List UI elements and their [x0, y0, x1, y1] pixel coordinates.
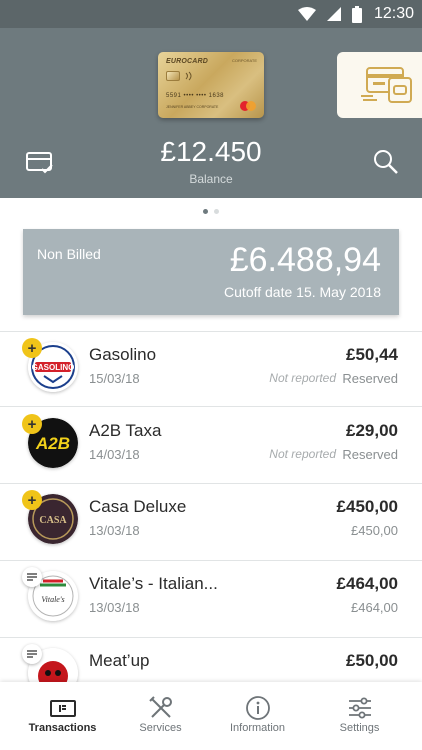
transaction-amount: £50,00: [346, 651, 398, 670]
balance-label: Balance: [189, 172, 233, 186]
card-holder: JENNIFER ABBEY CORPORATE: [166, 105, 219, 109]
nav-transactions[interactable]: Transactions: [10, 682, 115, 750]
transaction-row[interactable]: CASA + Casa Deluxe 13/03/18 £450,00 £450…: [0, 483, 422, 559]
tools-icon: [149, 696, 172, 718]
contactless-icon: [185, 71, 192, 81]
merchant-name: Vitale’s - Italian...: [89, 574, 218, 593]
card-number: 5591 •••• •••• 1638: [166, 93, 225, 99]
note-lines-icon: [27, 650, 37, 658]
not-reported-label: Not reported: [269, 371, 336, 385]
card-wallet-icon: [361, 67, 412, 103]
chip-icon: [166, 71, 180, 81]
status-bar: 12:30: [0, 0, 422, 28]
nav-label: Transactions: [28, 722, 97, 734]
transaction-row[interactable]: GASOLINO + Gasolino 15/03/18 £50,44 Not …: [0, 331, 422, 407]
status-icons: 12:30: [297, 5, 414, 23]
transaction-amount: £50,44: [346, 345, 398, 364]
signal-icon: [326, 7, 341, 21]
add-note-badge[interactable]: +: [22, 414, 42, 434]
transaction-status: Reserved: [342, 371, 398, 386]
merchant-name: Meat’up: [89, 651, 150, 670]
mastercard-logo: [240, 101, 256, 111]
nav-label: Services: [139, 722, 182, 734]
page-dot[interactable]: [214, 209, 219, 214]
non-billed-label: Non Billed: [37, 246, 101, 262]
transaction-row[interactable]: Vitale's Vitale’s - Italian... 13/03/18 …: [0, 560, 422, 636]
transaction-row[interactable]: A2B + A2B Taxa 14/03/18 £29,00 Not repor…: [0, 407, 422, 483]
secondary-card[interactable]: [337, 52, 422, 118]
battery-icon: [351, 5, 362, 23]
add-note-badge[interactable]: +: [22, 490, 42, 510]
nav-label: Settings: [339, 722, 380, 734]
info-icon: [246, 696, 270, 720]
cutoff-date: Cutoff date 15. May 2018: [224, 284, 381, 300]
vitales-logo-text: Vitale's: [41, 595, 64, 604]
merchant-name: A2B Taxa: [89, 421, 162, 440]
transaction-status: £450,00: [351, 523, 398, 538]
non-billed-amount: £6.488,94: [229, 241, 381, 279]
gasolino-logo-text: GASOLINO: [32, 363, 75, 372]
card-type: CORPORATE: [231, 58, 257, 63]
merchant-name: Casa Deluxe: [89, 497, 187, 516]
note-menu-badge[interactable]: [22, 644, 42, 664]
status-time: 12:30: [373, 5, 414, 22]
non-billed-panel[interactable]: Non Billed £6.488,94 Cutoff date 15. May…: [23, 229, 399, 315]
card-brand: EUROCARD: [166, 58, 209, 65]
note-menu-badge[interactable]: [22, 567, 42, 587]
merchant-name: Gasolino: [89, 345, 157, 364]
transaction-status: Reserved: [342, 447, 398, 462]
nav-services[interactable]: Services: [108, 682, 213, 750]
transaction-date: 13/03/18: [89, 600, 140, 615]
balance-value: £12.450: [160, 136, 262, 167]
wifi-icon: [297, 7, 316, 21]
transaction-amount: £29,00: [346, 421, 398, 440]
page-indicator[interactable]: [0, 209, 422, 214]
card-list-icon: [50, 700, 76, 717]
transaction-amount: £450,00: [336, 497, 398, 516]
search-icon[interactable]: [373, 149, 399, 175]
note-lines-icon: [27, 573, 37, 581]
nav-information[interactable]: Information: [205, 682, 310, 750]
transaction-date: 13/03/18: [89, 523, 140, 538]
add-note-badge[interactable]: +: [22, 338, 42, 358]
transaction-status: £464,00: [351, 600, 398, 615]
credit-card[interactable]: EUROCARD CORPORATE 5591 •••• •••• 1638 J…: [158, 52, 264, 118]
casa-logo-text: CASA: [39, 515, 67, 526]
bottom-nav: Transactions Services Information Settin…: [0, 682, 422, 750]
header: EUROCARD CORPORATE 5591 •••• •••• 1638 J…: [0, 28, 422, 198]
nav-settings[interactable]: Settings: [307, 682, 412, 750]
transaction-amount: £464,00: [336, 574, 398, 593]
transaction-date: 14/03/18: [89, 447, 140, 462]
page-dot-active[interactable]: [203, 209, 208, 214]
sliders-icon: [349, 697, 371, 719]
transaction-date: 15/03/18: [89, 371, 140, 386]
not-reported-label: Not reported: [269, 447, 336, 461]
nav-label: Information: [229, 722, 286, 734]
a2b-logo-text: A2B: [35, 434, 70, 453]
